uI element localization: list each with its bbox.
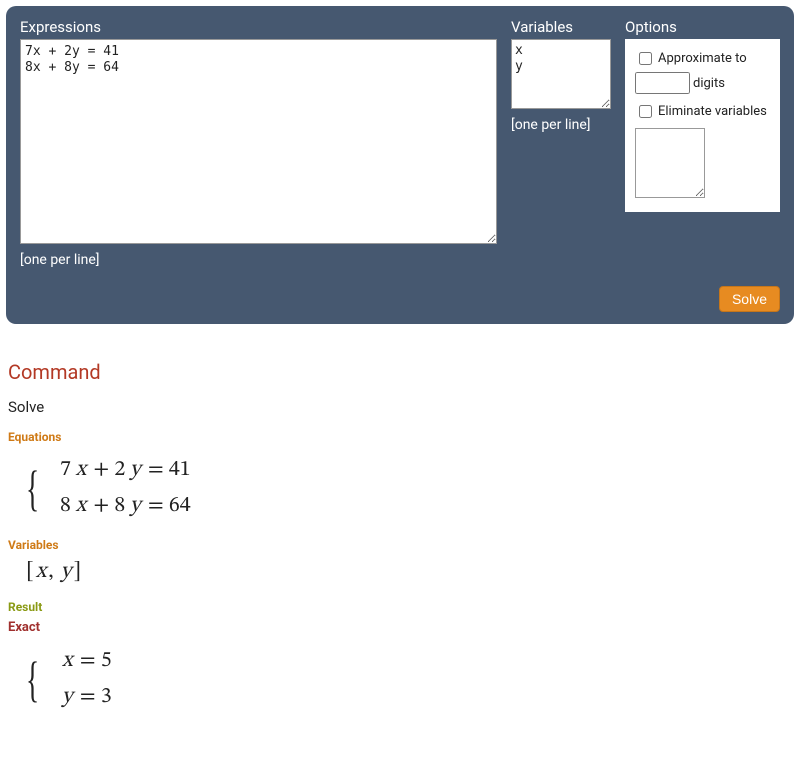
command-value: Solve <box>8 398 792 416</box>
eq1-rhs: 41 <box>169 459 191 481</box>
digits-input[interactable] <box>635 72 690 94</box>
eliminate-row: Eliminate variables <box>635 102 770 121</box>
expressions-hint: [one per line] <box>20 252 497 268</box>
result-x-eq: x = 5 <box>60 647 112 675</box>
result-y-value: 3 <box>101 686 112 708</box>
expressions-input[interactable] <box>20 39 497 244</box>
panel-columns: Expressions [one per line] Variables [on… <box>20 18 780 268</box>
var-x: x <box>74 495 89 517</box>
result-system: { x = 5 y = 3 <box>26 647 792 711</box>
equations-list: 7 x + 2 y = 41 8 x + 8 y = 64 <box>60 456 191 520</box>
eliminate-checkbox[interactable] <box>639 105 652 118</box>
command-heading: Command <box>8 360 792 384</box>
var-y: y <box>60 686 75 708</box>
approximate-label: Approximate to <box>658 51 747 66</box>
options-column: Options Approximate to digits Eliminate … <box>625 18 780 212</box>
var-y: y <box>128 459 143 481</box>
eq2-rhs: 64 <box>169 495 191 517</box>
variables-column: Variables [one per line] <box>511 18 611 133</box>
eq2-coef-x: 8 <box>60 495 71 517</box>
equation-1: 7 x + 2 y = 41 <box>60 456 191 484</box>
var-x: x <box>34 561 49 583</box>
eq1-coef-x: 7 <box>60 459 71 481</box>
brace-icon: { <box>26 456 39 520</box>
eliminate-input[interactable] <box>635 128 705 198</box>
equations-label: Equations <box>8 430 792 444</box>
eliminate-label: Eliminate variables <box>658 104 767 119</box>
variables-sublabel: Variables <box>8 538 792 552</box>
options-box: Approximate to digits Eliminate variable… <box>625 39 780 212</box>
var-x: x <box>74 459 89 481</box>
approximate-row: Approximate to <box>635 49 770 68</box>
output-area: Command Solve Equations { 7 x + 2 y = 41… <box>6 324 794 733</box>
result-x-value: 5 <box>101 650 112 672</box>
result-label: Result <box>8 600 792 614</box>
variables-input[interactable] <box>511 39 611 109</box>
solve-button[interactable]: Solve <box>719 286 780 312</box>
expressions-column: Expressions [one per line] <box>20 18 497 268</box>
input-panel: Expressions [one per line] Variables [on… <box>6 6 794 324</box>
brace-icon: { <box>26 647 39 711</box>
result-y-eq: y = 3 <box>60 683 112 711</box>
digits-label: digits <box>693 76 725 91</box>
variables-label: Variables <box>511 18 611 36</box>
variables-hint: [one per line] <box>511 117 611 133</box>
var-y: y <box>128 495 143 517</box>
expressions-label: Expressions <box>20 18 497 36</box>
variables-display: [x, y] <box>26 558 792 586</box>
equations-system: { 7 x + 2 y = 41 8 x + 8 y = 64 <box>26 456 792 520</box>
equation-2: 8 x + 8 y = 64 <box>60 492 191 520</box>
eq1-coef-y: 2 <box>114 459 125 481</box>
eq2-coef-y: 8 <box>114 495 125 517</box>
digits-row: digits <box>635 72 770 94</box>
options-label: Options <box>625 18 780 36</box>
solve-row: Solve <box>20 286 780 312</box>
var-x: x <box>60 650 75 672</box>
result-list: x = 5 y = 3 <box>60 647 112 711</box>
exact-label: Exact <box>8 620 792 635</box>
approximate-checkbox[interactable] <box>639 52 652 65</box>
var-y: y <box>59 561 74 583</box>
